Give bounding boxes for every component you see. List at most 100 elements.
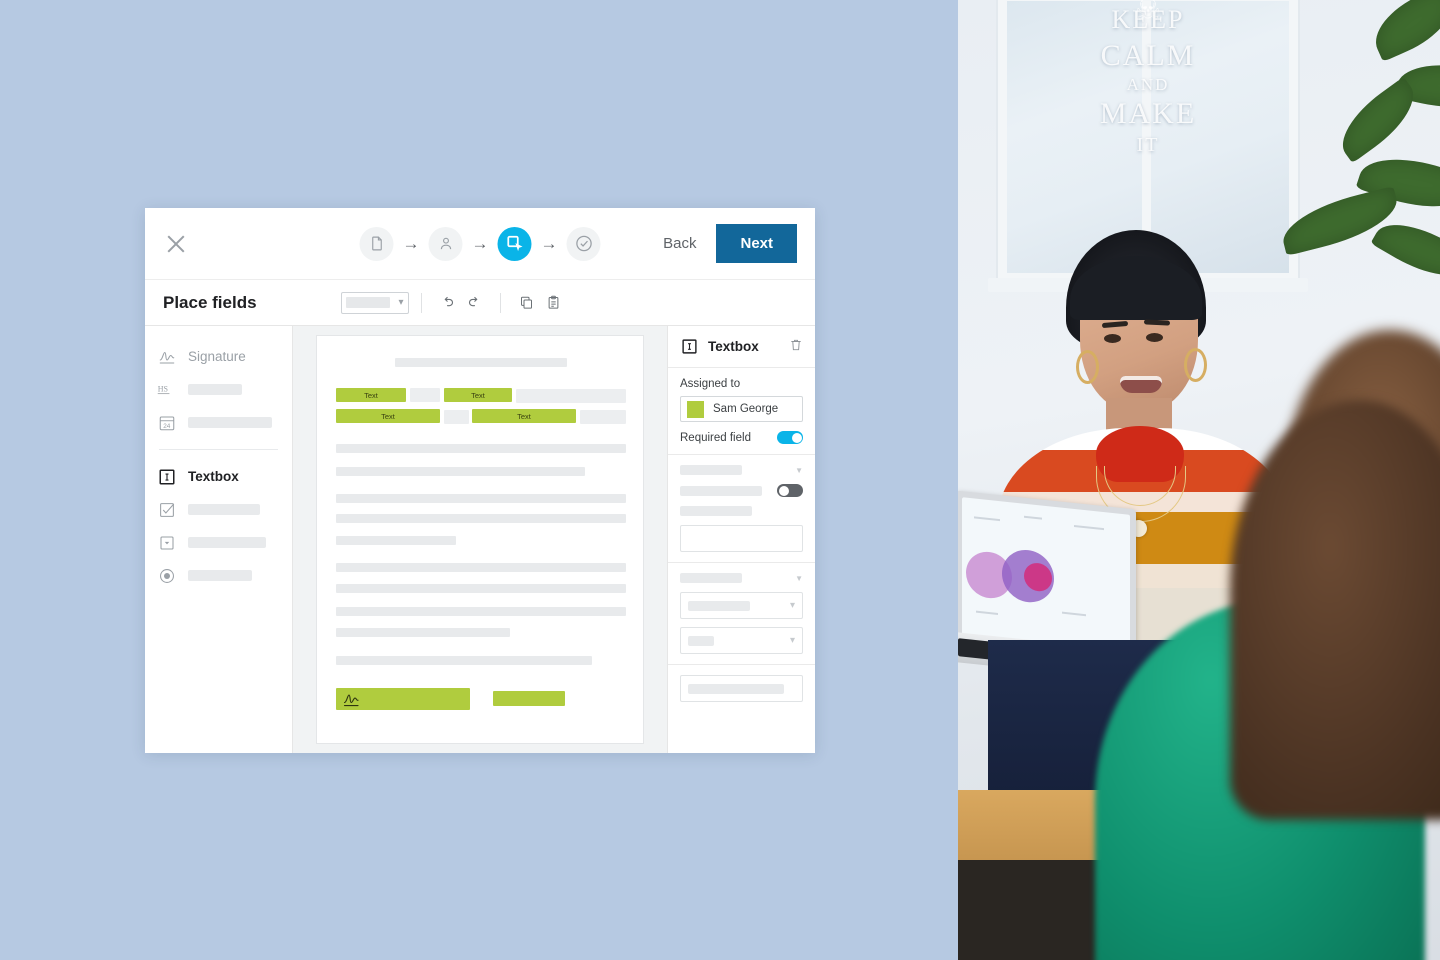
copy-button[interactable] (513, 293, 540, 312)
graffiti-line-2: CALM (1100, 38, 1196, 72)
assigned-to-section: Assigned to Sam George Required field (668, 368, 815, 455)
section2-toggle[interactable] (777, 484, 803, 497)
sidebar-item-date[interactable]: 24 (145, 406, 292, 439)
sidebar-item-label (188, 504, 260, 515)
sidebar-item-textbox[interactable]: Textbox (145, 460, 292, 493)
section3-select-2[interactable]: ▾ (680, 627, 803, 654)
doc-field-signature[interactable] (336, 688, 470, 710)
section2-dropdown[interactable]: ▼ (680, 465, 803, 475)
section2-text-input[interactable] (680, 525, 803, 552)
graffiti-line-4: MAKE (1099, 97, 1197, 131)
document-icon (371, 236, 382, 251)
date-icon: 24 (157, 413, 176, 432)
trash-icon (791, 339, 801, 351)
doc-text-line (336, 656, 592, 665)
redo-icon (468, 296, 478, 307)
properties-title: Textbox (708, 339, 759, 354)
initials-icon: HS (157, 380, 176, 399)
document-step[interactable] (359, 226, 394, 261)
document-page[interactable]: Text Text Text Text (316, 335, 644, 744)
properties-section-3: ▼ ▾ ▾ (668, 563, 815, 665)
chevron-down-icon: ▾ (398, 297, 404, 308)
checkbox-icon (157, 500, 176, 519)
sidebar-item-label (188, 537, 266, 548)
sidebar-item-label (188, 384, 242, 395)
sidebar-item-initials[interactable]: HS (145, 373, 292, 406)
textbox-icon (680, 337, 699, 356)
app-workspace: Signature HS 24 Textbox Text Text Text T… (145, 326, 815, 753)
section3-header[interactable]: ▼ (680, 573, 803, 583)
zoom-select[interactable]: ▾ (340, 291, 409, 314)
delete-field-button[interactable] (789, 338, 803, 355)
undo-button[interactable] (434, 293, 461, 312)
assigned-to-label: Assigned to (680, 378, 741, 390)
place-fields-step[interactable] (497, 226, 532, 261)
required-field-toggle[interactable] (777, 431, 803, 444)
section3-header-label (680, 573, 742, 583)
copy-icon (520, 296, 532, 309)
section3-select-1[interactable]: ▾ (680, 592, 803, 619)
sidebar-item-signature[interactable]: Signature (145, 340, 292, 373)
radio-icon (157, 566, 176, 585)
caret-down-icon: ▼ (795, 465, 803, 475)
check-circle-icon (575, 235, 592, 252)
paste-icon (548, 295, 558, 309)
doc-field-text-4[interactable]: Text (472, 409, 576, 423)
assignee-select[interactable]: Sam George (680, 396, 803, 422)
hero-photo: ☠ KEEP CALM AND MAKE IT (958, 0, 1440, 960)
dropdown-icon (157, 533, 176, 552)
app-topbar: → → → Back Next (145, 208, 815, 280)
recipients-step[interactable] (428, 226, 463, 261)
doc-text-line (336, 628, 510, 637)
doc-text-line (336, 467, 585, 476)
sidebar-item-checkbox[interactable] (145, 493, 292, 526)
doc-text-line (336, 607, 626, 616)
section2-toggle-row (680, 484, 803, 497)
doc-placeholder (444, 410, 469, 424)
section4-input-value (688, 683, 784, 694)
sidebar-item-label: Textbox (188, 469, 239, 484)
divider (159, 449, 278, 450)
document-canvas[interactable]: Text Text Text Text (293, 326, 667, 753)
page-title: Place fields (163, 292, 257, 312)
assignee-name: Sam George (713, 403, 779, 415)
doc-placeholder (516, 389, 626, 403)
section2-sublabel (680, 506, 752, 516)
signature-icon (343, 693, 359, 706)
next-button[interactable]: Next (716, 224, 797, 263)
topbar-actions: Back Next (657, 224, 797, 263)
place-field-cursor-icon (506, 235, 523, 252)
section3-select-2-value (688, 635, 714, 646)
chevron-down-icon: ▾ (789, 635, 795, 646)
paste-button[interactable] (540, 293, 567, 312)
section3-select-1-value (688, 600, 750, 611)
doc-field-date[interactable] (493, 691, 565, 706)
properties-header: Textbox (668, 326, 815, 368)
undo-icon (444, 296, 453, 307)
review-step[interactable] (566, 226, 601, 261)
textbox-icon (157, 467, 176, 486)
required-field-row: Required field (680, 431, 803, 444)
graffiti-line-5: IT (1136, 133, 1160, 156)
back-button[interactable]: Back (657, 229, 702, 258)
document-title-line (395, 358, 567, 367)
esign-app-window: → → → Back Next Place fields ▾ Signature… (145, 208, 815, 753)
svg-text:24: 24 (163, 422, 171, 429)
section2-toggle-label (680, 485, 762, 496)
svg-text:HS: HS (158, 384, 168, 393)
close-icon[interactable] (163, 231, 189, 257)
sidebar-item-dropdown[interactable] (145, 526, 292, 559)
section4-input[interactable] (680, 675, 803, 702)
properties-section-4 (668, 665, 815, 712)
sidebar-item-radio[interactable] (145, 559, 292, 592)
doc-field-text-1[interactable]: Text (336, 388, 406, 402)
redo-button[interactable] (461, 293, 488, 312)
sidebar-item-label: Signature (188, 349, 246, 364)
sidebar-item-label (188, 570, 252, 581)
doc-field-text-3[interactable]: Text (336, 409, 440, 423)
graffiti-line-1: KEEP (1111, 5, 1185, 34)
field-palette: Signature HS 24 Textbox (145, 326, 293, 753)
caret-down-icon: ▼ (795, 573, 803, 583)
doc-text-line (336, 514, 626, 523)
doc-field-text-2[interactable]: Text (444, 388, 512, 402)
